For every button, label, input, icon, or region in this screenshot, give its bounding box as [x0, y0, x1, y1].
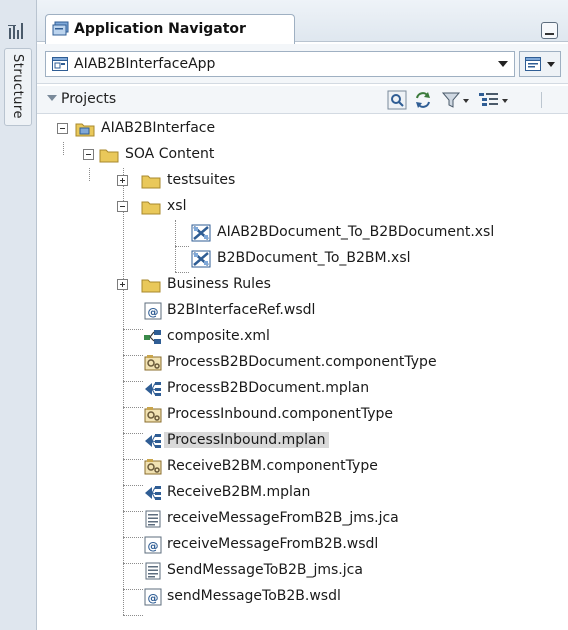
application-menu-button[interactable]: [519, 51, 561, 77]
component-type-icon: [144, 407, 162, 423]
file-label: sendMessageToB2B.wsdl: [167, 588, 341, 604]
tree-node-xsl-file[interactable]: B2BDocument_To_B2BM.xsl: [37, 246, 568, 272]
application-menu-icon: [525, 57, 541, 71]
tree-node-file[interactable]: ReceiveB2BM.componentType: [37, 454, 568, 480]
application-combobox[interactable]: AIAB2BInterfaceApp: [45, 51, 515, 77]
tree-node-file[interactable]: @ B2BInterfaceRef.wsdl: [37, 298, 568, 324]
file-label: B2BInterfaceRef.wsdl: [167, 302, 316, 318]
component-type-icon: [144, 355, 162, 371]
xsl-file-label: AIAB2BDocument_To_B2BDocument.xsl: [217, 224, 495, 240]
file-label: ProcessInbound.mplan: [164, 432, 329, 448]
tree-node-file[interactable]: @ receiveMessageFromB2B.wsdl: [37, 532, 568, 558]
application-navigator-icon: [52, 21, 69, 36]
collapse-toggle[interactable]: [57, 123, 68, 134]
tree-node-project[interactable]: AIAB2BInterface: [37, 116, 568, 142]
tree-node-soa-content[interactable]: SOA Content: [37, 142, 568, 168]
mplan-icon: [145, 486, 161, 500]
folder-icon: [141, 201, 161, 215]
jca-file-icon: [145, 562, 161, 580]
sync-icon[interactable]: [413, 90, 433, 110]
tree-node-file[interactable]: @ sendMessageToB2B.wsdl: [37, 584, 568, 610]
xsl-map-icon: [191, 224, 211, 242]
xsl-map-icon: [191, 250, 211, 268]
panel-header: Application Navigator: [37, 0, 568, 44]
file-label: composite.xml: [167, 328, 270, 344]
collapse-toggle[interactable]: [117, 201, 128, 212]
tree-node-file[interactable]: ReceiveB2BM.mplan: [37, 480, 568, 506]
tree-node-testsuites[interactable]: testsuites: [37, 168, 568, 194]
svg-text:@: @: [148, 592, 159, 605]
file-label: ReceiveB2BM.componentType: [167, 458, 378, 474]
file-label: ProcessB2BDocument.componentType: [167, 354, 437, 370]
tree-node-file-selected[interactable]: ProcessInbound.mplan: [37, 428, 568, 454]
folder-icon: [141, 175, 161, 189]
tree-node-file[interactable]: composite.xml: [37, 324, 568, 350]
projects-section-header: Projects: [37, 86, 568, 114]
project-tree: AIAB2BInterface SOA Content testsuites x…: [37, 116, 568, 630]
sort-options-icon[interactable]: [477, 90, 511, 110]
testsuites-label: testsuites: [167, 172, 236, 188]
toolbar-separator: [541, 92, 542, 108]
application-name: AIAB2BInterfaceApp: [74, 56, 216, 72]
menu-arrow-icon: [547, 62, 555, 67]
minimize-button[interactable]: [541, 22, 558, 39]
mplan-icon: [145, 382, 161, 396]
collapse-arrow-icon[interactable]: [47, 95, 57, 101]
project-label: AIAB2BInterface: [101, 120, 216, 136]
file-label: SendMessageToB2B_jms.jca: [167, 562, 363, 578]
application-selector-row: AIAB2BInterfaceApp: [37, 44, 568, 84]
projects-label: Projects: [61, 91, 117, 107]
folder-icon: [141, 279, 161, 293]
component-type-icon: [144, 459, 162, 475]
file-label: ProcessInbound.componentType: [167, 406, 394, 422]
tree-node-file[interactable]: ProcessInbound.componentType: [37, 402, 568, 428]
file-label: receiveMessageFromB2B.wsdl: [167, 536, 379, 552]
application-icon: [52, 57, 68, 71]
project-icon: [75, 123, 95, 137]
tree-node-business-rules[interactable]: Business Rules: [37, 272, 568, 298]
find-icon[interactable]: [387, 90, 407, 110]
expand-toggle[interactable]: [117, 175, 128, 186]
xsl-file-label: B2BDocument_To_B2BM.xsl: [217, 250, 411, 266]
wsdl-icon: @: [144, 588, 162, 606]
structure-tab-label: Structure: [10, 54, 25, 119]
tree-node-file[interactable]: SendMessageToB2B_jms.jca: [37, 558, 568, 584]
application-navigator-panel: Application Navigator AIAB2BInterfaceApp: [37, 0, 568, 630]
filter-icon[interactable]: [441, 90, 471, 110]
application-navigator-title: Application Navigator: [74, 21, 246, 37]
file-label: receiveMessageFromB2B_jms.jca: [167, 510, 399, 526]
folder-icon: [99, 149, 119, 163]
soa-content-label: SOA Content: [125, 146, 215, 162]
xsl-label: xsl: [167, 198, 187, 214]
tree-node-xsl[interactable]: xsl: [37, 194, 568, 220]
mplan-icon: [145, 434, 161, 448]
tree-node-file[interactable]: ProcessB2BDocument.mplan: [37, 376, 568, 402]
collapse-toggle[interactable]: [83, 149, 94, 160]
jca-file-icon: [145, 510, 161, 528]
tree-node-xsl-file[interactable]: AIAB2BDocument_To_B2BDocument.xsl: [37, 220, 568, 246]
tree-connector: [123, 615, 143, 616]
wsdl-icon: @: [144, 536, 162, 554]
file-label: ReceiveB2BM.mplan: [167, 484, 311, 500]
tree-node-file[interactable]: ProcessB2BDocument.componentType: [37, 350, 568, 376]
composite-icon: [144, 330, 161, 344]
side-tab-strip: Structure: [0, 0, 37, 630]
wsdl-icon: @: [144, 302, 162, 320]
combo-arrow-icon[interactable]: [498, 61, 508, 67]
business-rules-label: Business Rules: [167, 276, 271, 292]
application-navigator-tab[interactable]: Application Navigator: [45, 14, 295, 44]
file-label: ProcessB2BDocument.mplan: [167, 380, 370, 396]
expand-toggle[interactable]: [117, 279, 128, 290]
structure-icon[interactable]: [8, 22, 28, 40]
svg-text:@: @: [148, 540, 159, 553]
tree-node-file[interactable]: receiveMessageFromB2B_jms.jca: [37, 506, 568, 532]
svg-text:@: @: [148, 306, 159, 319]
